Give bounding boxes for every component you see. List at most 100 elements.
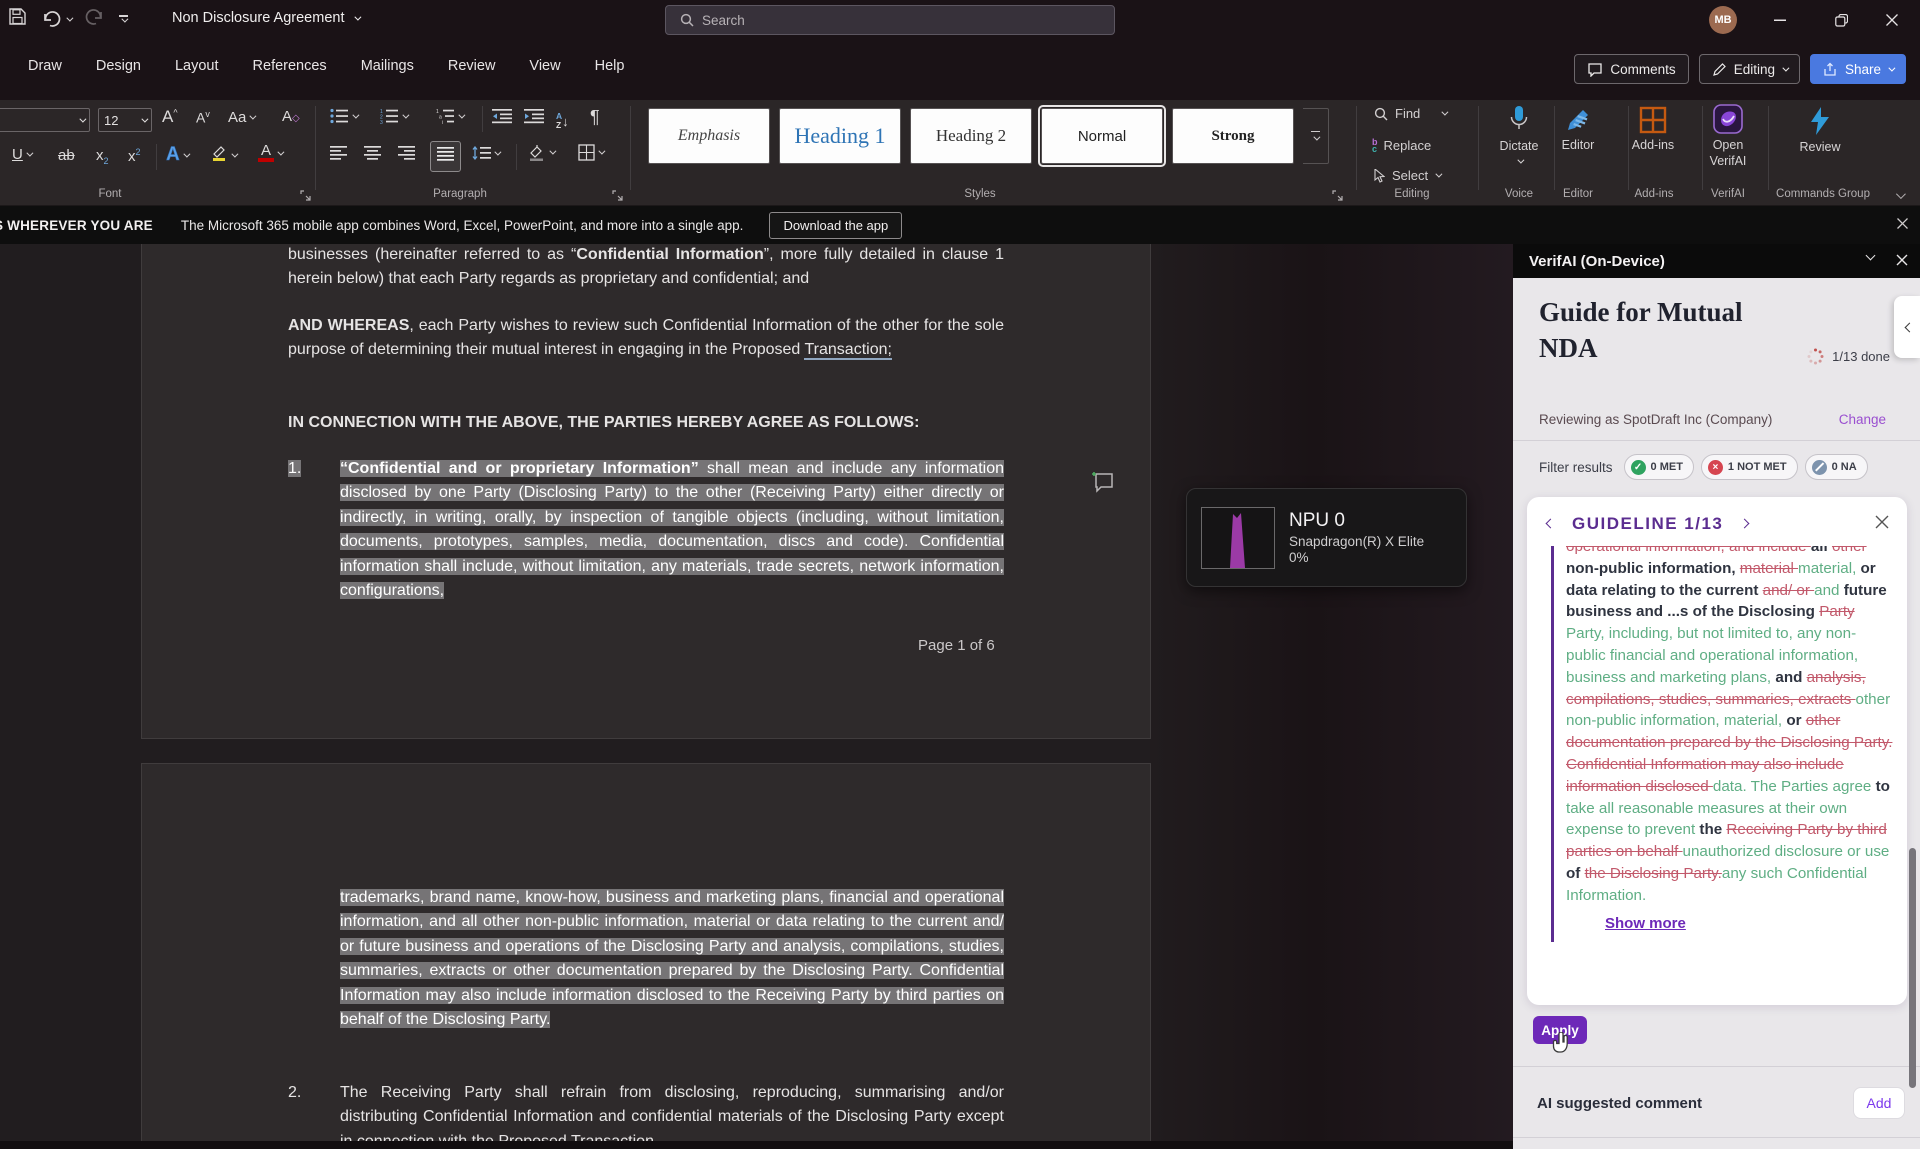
paragraph-dialog-launcher[interactable] <box>612 188 624 200</box>
undo-button[interactable] <box>41 10 71 28</box>
group-label-editing: Editing <box>1385 188 1439 200</box>
align-left-button[interactable] <box>330 146 347 165</box>
subscript-button[interactable]: x2 <box>96 147 109 166</box>
superscript-button[interactable]: x2 <box>128 147 141 165</box>
shrink-font-button[interactable]: Av <box>196 109 210 126</box>
align-right-button[interactable] <box>398 146 415 165</box>
save-icon[interactable] <box>8 7 27 31</box>
filter-pill-na[interactable]: 0 NA <box>1805 454 1868 480</box>
underline-button[interactable]: U <box>12 146 31 163</box>
comments-button[interactable]: Comments <box>1574 54 1688 84</box>
justify-button[interactable] <box>430 141 461 172</box>
open-verifai-button[interactable]: Open VerifAI <box>1702 104 1754 169</box>
banner-close-icon[interactable] <box>1897 216 1908 234</box>
doc-item-2: 2. The Receiving Party shall refrain fro… <box>288 1081 1004 1149</box>
tab-references[interactable]: References <box>253 58 327 78</box>
document-title[interactable]: Non Disclosure Agreement <box>172 10 359 26</box>
find-button[interactable]: Find <box>1374 106 1446 121</box>
style-emphasis[interactable]: Emphasis <box>648 108 770 164</box>
panel-scrollbar-thumb[interactable] <box>1909 848 1916 1088</box>
filter-pill-met[interactable]: ✓0 MET <box>1624 454 1694 480</box>
spinner-icon <box>1807 348 1824 365</box>
editing-mode-button[interactable]: Editing <box>1699 54 1800 84</box>
editor-button[interactable]: Editor <box>1556 106 1600 154</box>
npu-usage-graph <box>1201 507 1275 569</box>
text-effects-button[interactable]: A <box>166 144 188 166</box>
add-comment-icon[interactable] <box>1091 471 1115 498</box>
filter-pill-not-met[interactable]: ×1 NOT MET <box>1701 454 1798 480</box>
share-button[interactable]: Share <box>1810 54 1906 84</box>
avatar[interactable]: MB <box>1709 6 1737 34</box>
search-icon <box>680 13 694 27</box>
align-center-button[interactable] <box>364 146 381 165</box>
pilcrow-button[interactable]: ¶ <box>590 107 600 128</box>
guideline-prev-icon[interactable] <box>1546 519 1556 529</box>
addins-button[interactable]: Add-ins <box>1628 106 1678 154</box>
review-command-button[interactable]: Review <box>1790 106 1850 156</box>
multilevel-list-button[interactable]: 1ai <box>436 108 463 124</box>
tab-review[interactable]: Review <box>448 58 496 78</box>
replace-button[interactable]: bc Replace <box>1372 138 1431 153</box>
shading-button[interactable] <box>528 144 554 161</box>
microphone-icon <box>1508 105 1530 135</box>
font-name-combo[interactable] <box>0 108 90 132</box>
guideline-next-icon[interactable] <box>1740 519 1750 529</box>
redo-button[interactable] <box>85 8 105 31</box>
panel-expand-tab[interactable] <box>1894 296 1920 358</box>
change-link[interactable]: Change <box>1839 412 1886 427</box>
reviewing-as-text: Reviewing as SpotDraft Inc (Company) <box>1539 412 1772 427</box>
increase-indent-button[interactable] <box>524 108 544 129</box>
show-more-link[interactable]: Show more <box>1605 915 1686 932</box>
close-button[interactable] <box>1864 0 1920 40</box>
restore-button[interactable] <box>1813 0 1869 40</box>
numbering-button[interactable]: 123 <box>380 108 407 124</box>
document-page-2[interactable]: trademarks, brand name, know-how, busine… <box>141 763 1151 1149</box>
find-icon <box>1374 107 1388 121</box>
guideline-close-icon[interactable] <box>1875 513 1889 534</box>
tab-design[interactable]: Design <box>96 58 141 78</box>
style-strong[interactable]: Strong <box>1172 108 1294 164</box>
highlight-color-button[interactable] <box>210 144 236 167</box>
bullets-button[interactable] <box>330 108 357 124</box>
tab-layout[interactable]: Layout <box>175 58 219 78</box>
tab-mailings[interactable]: Mailings <box>361 58 414 78</box>
quick-access-toolbar <box>8 7 128 31</box>
styles-gallery: Emphasis Heading 1 Heading 2 Normal Stro… <box>648 108 1329 164</box>
title-dropdown-icon[interactable] <box>355 13 362 20</box>
style-heading1[interactable]: Heading 1 <box>779 108 901 164</box>
download-app-button[interactable]: Download the app <box>769 212 902 239</box>
font-color-button[interactable]: A <box>258 144 282 162</box>
borders-button[interactable] <box>578 144 603 161</box>
styles-more-button[interactable] <box>1303 108 1329 164</box>
grow-font-button[interactable]: A^ <box>162 107 178 127</box>
font-dialog-launcher[interactable] <box>300 188 312 200</box>
line-spacing-button[interactable] <box>472 146 499 160</box>
sort-button[interactable]: AZ ↓ <box>556 106 569 130</box>
select-button[interactable]: Select <box>1374 168 1440 183</box>
minimize-button[interactable] <box>1752 0 1808 40</box>
tab-draw[interactable]: Draw <box>28 58 62 78</box>
search-input[interactable]: Search <box>665 5 1115 35</box>
style-normal[interactable]: Normal <box>1041 108 1163 164</box>
dictate-button[interactable]: Dictate <box>1490 105 1548 164</box>
undo-dropdown-icon[interactable] <box>66 14 73 21</box>
tab-help[interactable]: Help <box>595 58 625 78</box>
clear-formatting-button[interactable]: A◇ <box>282 108 300 126</box>
font-size-combo[interactable]: 12 <box>98 108 152 132</box>
collapse-ribbon-icon[interactable] <box>1896 186 1903 204</box>
tab-view[interactable]: View <box>529 58 560 78</box>
decrease-indent-button[interactable] <box>492 108 512 129</box>
styles-dialog-launcher[interactable] <box>1332 188 1344 200</box>
ai-comment-row: AI suggested comment Add <box>1537 1087 1905 1119</box>
customize-toolbar-icon[interactable] <box>119 15 128 23</box>
document-page-1[interactable]: each other's business, assets, financial… <box>141 244 1151 739</box>
style-heading2[interactable]: Heading 2 <box>910 108 1032 164</box>
guideline-nav-label: GUIDELINE 1/13 <box>1572 514 1723 534</box>
panel-close-icon[interactable] <box>1896 254 1908 266</box>
add-comment-button[interactable]: Add <box>1853 1087 1905 1119</box>
npu-usage-value: 0% <box>1289 550 1424 565</box>
strikethrough-button[interactable]: ab <box>58 147 75 164</box>
change-case-button[interactable]: Aa <box>228 109 254 126</box>
redline-container[interactable]: operational information, and include all… <box>1551 546 1893 942</box>
document-canvas[interactable]: each other's business, assets, financial… <box>0 244 1513 1149</box>
